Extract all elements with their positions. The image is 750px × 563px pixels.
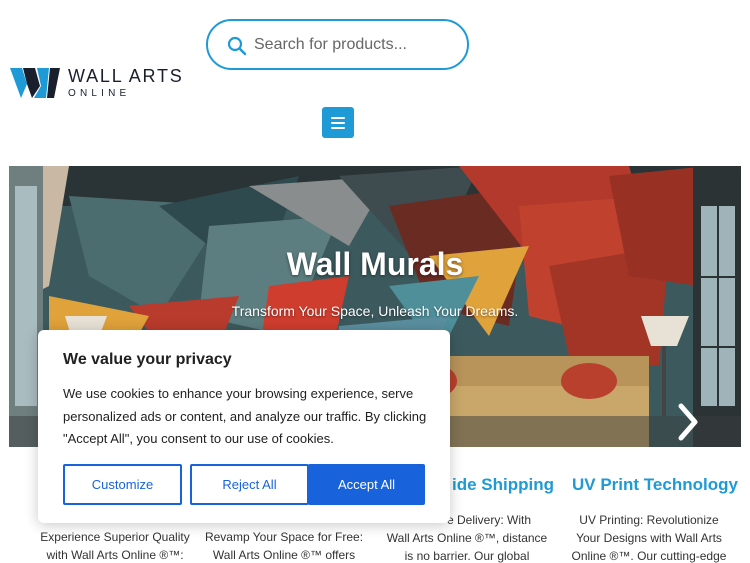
logo[interactable]: WALL ARTS ONLINE (10, 66, 185, 100)
menu-button[interactable] (322, 107, 354, 138)
feature-text-uv-print: UV Printing: Revolutionize Your Designs … (560, 511, 738, 563)
hamburger-icon-line (331, 127, 345, 129)
feature-text-line: Wall Arts Online ®™ offers (212, 548, 356, 562)
feature-text-line: Wall Arts Online ®™, distance (386, 531, 548, 545)
cookie-title: We value your privacy (63, 351, 232, 368)
feature-text-line: UV Printing: Revolutionize (579, 513, 719, 527)
cookie-description: We use cookies to enhance your browsing … (63, 386, 427, 446)
feature-title-uv-print: UV Print Technology (572, 475, 738, 494)
feature-text-line: is no barrier. Our global (404, 549, 530, 563)
chevron-right-icon[interactable] (673, 400, 703, 444)
hamburger-icon (331, 117, 345, 119)
logo-text: WALL ARTS (68, 66, 184, 86)
search-icon[interactable] (227, 36, 247, 56)
logo-subtext: ONLINE (68, 88, 131, 99)
search-input[interactable]: Search for products... (254, 36, 407, 54)
logo-mark-icon (10, 68, 60, 98)
feature-text-line: Online ®™. Our cutting-edge (571, 549, 727, 563)
page: Search for products... WALL ARTS ONLINE (0, 0, 750, 563)
customize-button[interactable]: Customize (63, 464, 182, 505)
feature-text-line: Your Designs with Wall Arts (576, 531, 722, 545)
feature-title-shipping: ide Shipping (452, 475, 554, 494)
search-bar[interactable]: Search for products... (206, 19, 469, 70)
feature-text-revamp: Revamp Your Space for Free: Wall Arts On… (184, 528, 384, 563)
feature-text-line: Revamp Your Space for Free: (204, 530, 364, 544)
reject-all-button[interactable]: Reject All (190, 464, 309, 505)
hero-title: Wall Murals (286, 246, 464, 282)
cookie-consent-banner: We value your privacy We use cookies to … (38, 330, 450, 523)
hero-subtitle: Transform Your Space, Unleash Your Dream… (231, 303, 519, 319)
hamburger-icon-line (331, 122, 345, 124)
accept-all-button[interactable]: Accept All (308, 464, 425, 505)
